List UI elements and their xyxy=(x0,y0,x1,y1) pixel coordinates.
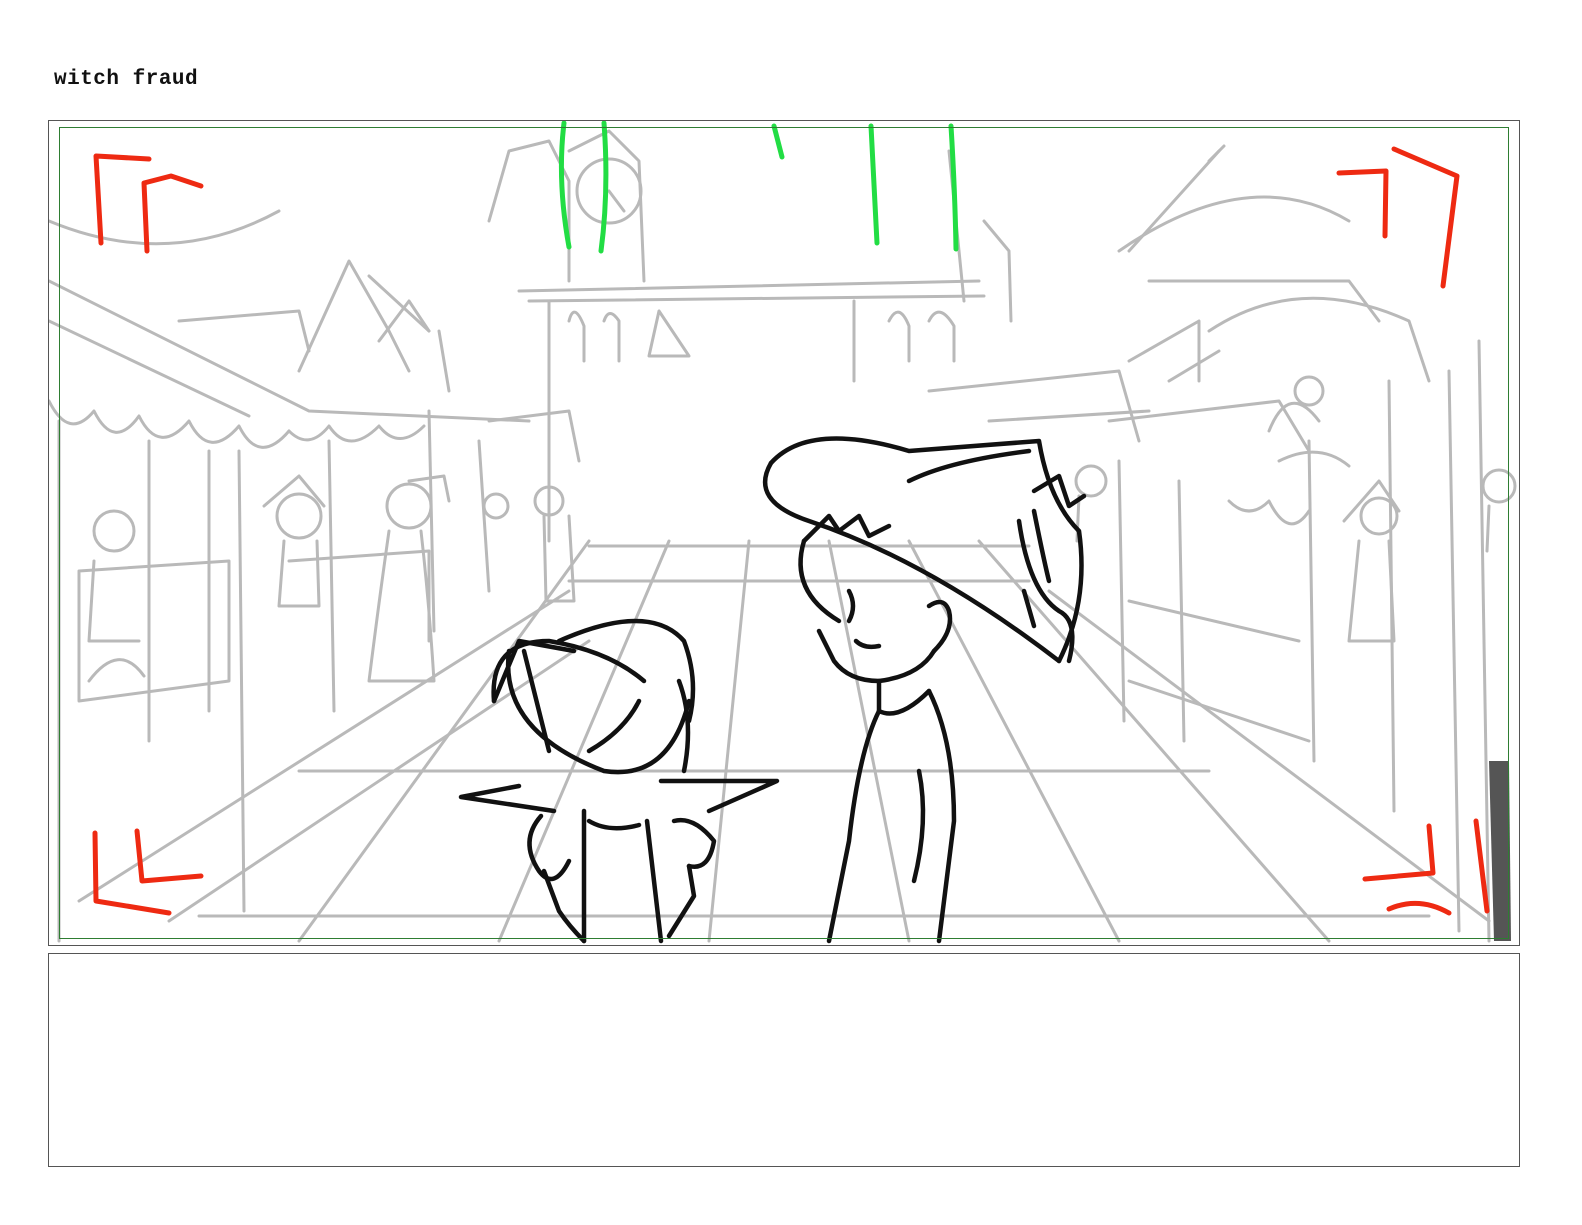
panel-drawing xyxy=(49,121,1517,944)
scene-title: witch fraud xyxy=(54,68,199,91)
foreground-drape xyxy=(1489,761,1511,941)
boy-character xyxy=(762,436,1087,944)
camera-frame-marks xyxy=(92,146,1490,916)
panel-notes-box[interactable] xyxy=(48,953,1520,1167)
background-sketch xyxy=(49,129,1517,943)
storyboard-panel[interactable] xyxy=(48,120,1520,946)
witch-character-back xyxy=(458,618,780,944)
